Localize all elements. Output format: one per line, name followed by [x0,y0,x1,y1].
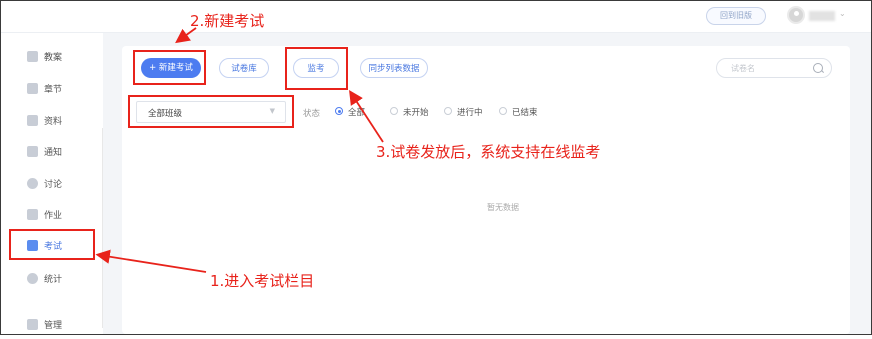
radio-dot [444,107,452,115]
radio-dot [335,107,343,115]
document-icon [27,51,38,62]
sidebar-item-label: 讨论 [44,180,63,190]
edit-icon [27,209,38,220]
sidebar-item-label: 管理 [44,321,63,331]
back-to-old-version-button[interactable]: 回到旧版 [706,7,766,25]
avatar[interactable] [787,6,805,24]
radio-label: 全部 [348,108,366,118]
empty-state-text: 暂无数据 [487,203,519,212]
annotation-step2: 2.新建考试 [190,12,265,30]
radio-dot [499,107,507,115]
highlight-exam-nav [9,229,95,260]
paper-bank-button[interactable]: 试卷库 [219,58,269,78]
user-name-blurred [809,11,835,21]
chat-icon [27,178,38,189]
folder-icon [27,115,38,126]
top-bar: 回到旧版 ⌄ [1,1,871,33]
chapter-icon [27,83,38,94]
sidebar-item-label: 章节 [44,85,63,95]
highlight-proctor [285,47,348,90]
sidebar-item-label: 统计 [44,275,63,285]
highlight-new-exam [133,50,206,85]
radio-dot [390,107,398,115]
chevron-down-icon[interactable]: ⌄ [839,9,846,18]
sidebar-item-label: 资料 [44,117,63,127]
sidebar-item-discussion[interactable]: 讨论 [1,170,103,198]
sidebar-item-statistics[interactable]: 统计 [1,265,103,293]
annotation-step1: 1.进入考试栏目 [210,272,315,290]
gear-icon [27,319,38,330]
pie-chart-icon [27,273,38,284]
radio-label: 已结束 [512,108,538,118]
sync-list-button[interactable]: 同步列表数据 [360,58,428,78]
status-label: 状态 [303,109,321,119]
radio-label: 未开始 [403,108,429,118]
search-input[interactable]: 试卷名 [716,58,832,78]
sidebar-item-label: 教案 [44,53,63,63]
highlight-class-select [128,95,294,128]
search-placeholder: 试卷名 [731,64,755,73]
sidebar-item-lesson-plan[interactable]: 教案 [1,43,103,71]
sidebar-item-label: 通知 [44,148,63,158]
radio-label: 进行中 [457,108,483,118]
sidebar-item-chapter[interactable]: 章节 [1,75,103,103]
sidebar-item-materials[interactable]: 资料 [1,107,103,135]
search-icon[interactable] [813,63,823,73]
sidebar-item-notice[interactable]: 通知 [1,138,103,166]
speaker-icon [27,146,38,157]
sidebar-item-label: 作业 [44,211,63,221]
sidebar-item-homework[interactable]: 作业 [1,201,103,229]
sidebar: 教案 章节 资料 通知 讨论 作业 考试 统计 管理 [1,33,104,334]
annotation-step3: 3.试卷发放后，系统支持在线监考 [376,143,601,161]
